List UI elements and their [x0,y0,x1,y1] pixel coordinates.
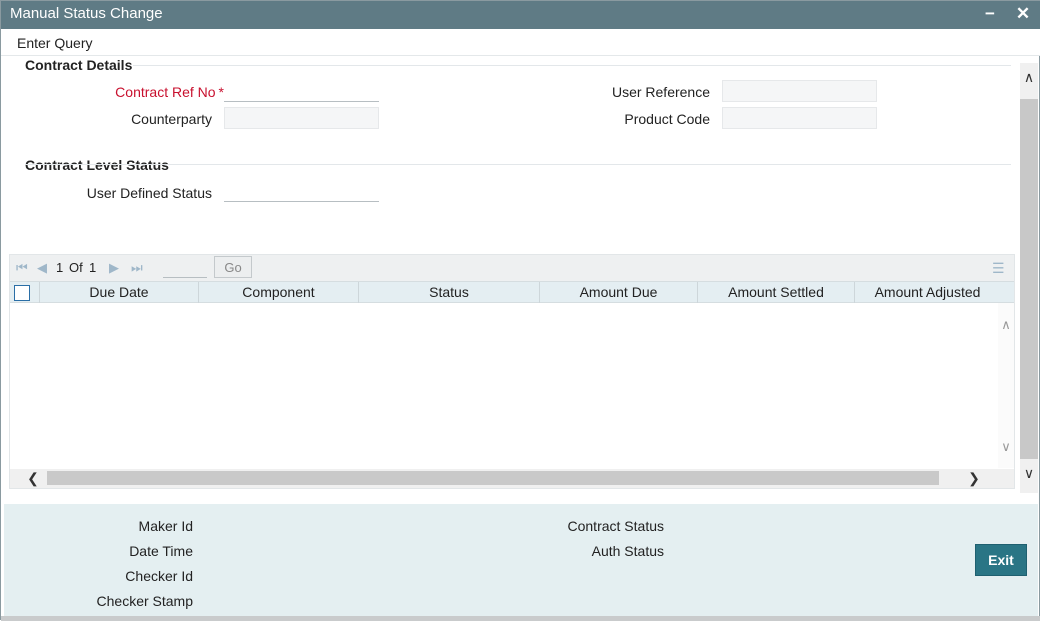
go-button[interactable]: Go [214,256,252,278]
contract-ref-no-label: Contract Ref No * [61,84,224,100]
checker-stamp-label: Checker Stamp [96,593,193,609]
maker-id-label: Maker Id [138,518,193,534]
audit-footer: Maker Id Date Time Checker Id Checker St… [4,504,1038,616]
close-icon[interactable]: ✕ [1013,4,1033,24]
enter-query-menu-item[interactable]: Enter Query [17,35,92,51]
grid-pager: ⏮ ◀ 1 Of 1 ▶ ⏭ Go ☰ [10,255,1014,281]
date-time-label: Date Time [129,543,193,559]
window-title: Manual Status Change [10,5,163,22]
exit-button[interactable]: Exit [975,544,1027,576]
manual-status-change-window: Manual Status Change − ✕ Enter Query Con… [0,0,1040,621]
page-number-input[interactable] [163,258,207,278]
column-header-amount-due[interactable]: Amount Due [540,282,698,303]
grid-horizontal-scrollbar[interactable]: ❮ ❯ [10,469,1014,488]
user-reference-input[interactable] [722,80,877,102]
page-total: 1 [89,260,97,275]
page-of-label: Of [69,260,83,275]
contract-level-status-heading: Contract Level Status [25,157,169,173]
last-page-icon[interactable]: ⏭ [131,260,143,276]
column-header-amount-settled[interactable]: Amount Settled [698,282,855,303]
grid-scroll-down-icon[interactable]: ∨ [998,439,1014,455]
scroll-up-icon[interactable]: ∧ [1020,67,1038,87]
checker-id-label: Checker Id [125,568,193,584]
grid-scroll-up-icon[interactable]: ∧ [998,317,1014,333]
contract-details-heading: Contract Details [25,57,133,73]
counterparty-label: Counterparty [131,111,212,127]
bottom-strip [1,616,1040,621]
contract-ref-no-label-text: Contract Ref No [115,84,216,100]
contract-level-status-divider [25,164,1011,165]
menu-bar: Enter Query [1,29,1040,56]
product-code-label: Product Code [624,111,710,127]
contract-ref-no-input[interactable] [224,80,379,102]
column-header-component[interactable]: Component [199,282,359,303]
user-defined-status-input[interactable] [224,180,379,202]
page-vertical-scrollbar[interactable]: ∧ ∨ [1020,63,1038,493]
first-page-icon[interactable]: ⏮ [16,260,28,276]
page-current: 1 [56,260,64,275]
grid-scroll-right-icon[interactable]: ❯ [963,469,985,488]
user-reference-label: User Reference [611,84,710,100]
column-header-amount-adjusted[interactable]: Amount Adjusted [855,282,1000,303]
scroll-down-icon[interactable]: ∨ [1020,463,1038,483]
column-list-icon[interactable]: ☰ [992,260,1005,277]
title-bar: Manual Status Change − ✕ [1,1,1040,29]
product-code-input[interactable] [722,107,877,129]
select-all-cell [10,282,40,303]
column-header-due-date[interactable]: Due Date [40,282,199,303]
grid-header: Due Date Component Status Amount Due Amo… [10,281,1014,303]
page-vertical-scroll-thumb[interactable] [1020,99,1038,459]
grid-scroll-left-icon[interactable]: ❮ [22,469,44,488]
minimize-icon[interactable]: − [980,4,1000,24]
grid-horizontal-scroll-thumb[interactable] [47,471,939,485]
next-page-icon[interactable]: ▶ [109,260,119,276]
column-header-status[interactable]: Status [359,282,540,303]
grid-body [10,303,998,468]
counterparty-input[interactable] [224,107,379,129]
grid-vertical-scrollbar[interactable]: ∧ ∨ [998,303,1014,468]
status-grid: ⏮ ◀ 1 Of 1 ▶ ⏭ Go ☰ Due Date Component S… [9,254,1015,489]
previous-page-icon[interactable]: ◀ [37,260,47,276]
contract-status-label: Contract Status [567,518,665,534]
contract-details-divider [133,65,1011,66]
select-all-checkbox[interactable] [14,285,30,301]
auth-status-label: Auth Status [591,543,664,559]
user-defined-status-label: User Defined Status [86,185,212,201]
